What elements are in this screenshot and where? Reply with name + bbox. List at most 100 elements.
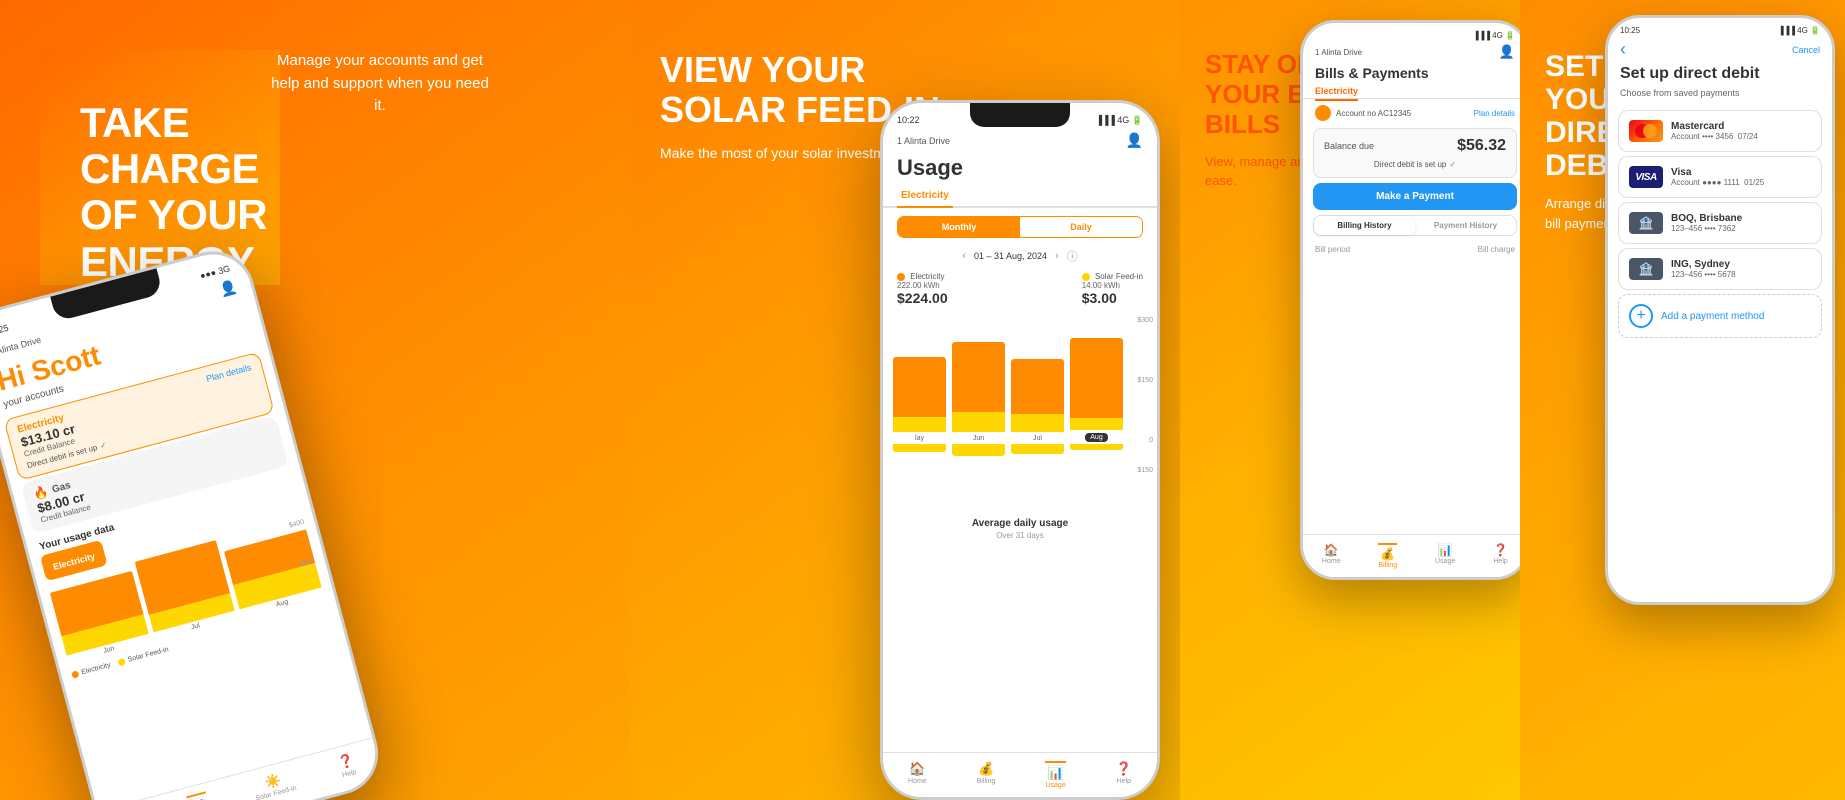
phone4-wrapper: 10:25 ▐▐▐ 4G 🔋 ‹ Cancel Set up direct de… [1605, 15, 1835, 605]
phone2-toggle-row: Monthly Daily [897, 216, 1143, 238]
phone1-nav-solar[interactable]: ☀️ Solar Feed-in [251, 768, 299, 800]
phone1-check-icon: ✓ [99, 440, 108, 450]
phone4: 10:25 ▐▐▐ 4G 🔋 ‹ Cancel Set up direct de… [1605, 15, 1835, 605]
phone2-prev-arrow[interactable]: ‹ [962, 250, 966, 262]
phone3-nav-billing[interactable]: 💰 Billing [1378, 543, 1397, 569]
phone4-subtitle: Choose from saved payments [1608, 86, 1832, 106]
phone2-elec-kwh: 222.00 kWh [897, 281, 948, 290]
phone2-date-range: 01 – 31 Aug, 2024 [974, 251, 1047, 261]
phone1-avatar-icon: 👤 [218, 278, 239, 299]
phone1-bar-aug: Aug [224, 529, 324, 618]
phone2-avg-label: Average daily usage [883, 512, 1157, 531]
phone4-visa-info: Visa Account ●●●● 1111 01/25 [1671, 167, 1811, 187]
usage-icon2: 📊 [1048, 765, 1064, 781]
phone3-payment-history-tab[interactable]: Payment History [1415, 216, 1516, 235]
phone1-legend-electricity: Electricity [71, 662, 111, 679]
phone2-chart: $300 $150 0 $150 lay Jun [883, 312, 1157, 512]
phone2-y-neg: $150 [1137, 467, 1153, 474]
phone1-elec-tab-label: Electricity [52, 551, 96, 572]
phone4-boq-name: BOQ, Brisbane [1671, 213, 1811, 224]
phone4-add-text: Add a payment method [1661, 311, 1764, 322]
phone2-avg-sublabel: Over 31 days [883, 531, 1157, 590]
section-solar: VIEW YOUR SOLAR FEED-IN Make the most of… [630, 0, 1180, 800]
phone2-title: Usage [883, 151, 1157, 185]
phone3-bottom-nav: 🏠 Home 💰 Billing 📊 Usage ❓ Help [1303, 534, 1520, 577]
phone4-visa-num: Account ●●●● 1111 01/25 [1671, 178, 1811, 187]
phone3-signal: ▐▐▐ 4G 🔋 [1473, 31, 1515, 40]
phone2-solar-amount: $3.00 [1082, 290, 1143, 306]
phone1-nav-help[interactable]: ❓ Help [336, 752, 359, 783]
phone4-time: 10:25 [1620, 26, 1640, 35]
phone2: 10:22 ▐▐▐ 4G 🔋 1 Alinta Drive 👤 Usage El… [880, 100, 1160, 800]
billing-icon2: 💰 [978, 761, 994, 777]
phone4-add-payment[interactable]: + Add a payment method [1618, 294, 1822, 338]
phone3-nav-help[interactable]: ❓ Help [1493, 543, 1508, 569]
phone4-add-icon: + [1629, 304, 1653, 328]
phone3-plan-link[interactable]: Plan details [1474, 109, 1515, 118]
phone2-y-max: $300 [1137, 317, 1153, 324]
phone4-ing-name: ING, Sydney [1671, 259, 1811, 270]
phone4-nav-bar: ‹ Cancel [1608, 35, 1832, 62]
phone3-address: 1 Alinta Drive [1315, 48, 1362, 57]
phone2-nav-billing[interactable]: 💰 Billing [977, 761, 996, 789]
phone4-ing-card[interactable]: 🏦 ING, Sydney 123–456 •••• 5678 [1618, 248, 1822, 290]
phone2-bar-may: lay [893, 357, 946, 442]
help-icon3: ❓ [1493, 543, 1508, 557]
phone2-bar-jun: Jun [952, 342, 1005, 442]
phone4-boq-card[interactable]: 🏦 BOQ, Brisbane 123–456 •••• 7362 [1618, 202, 1822, 244]
phone3-billing-history-tab[interactable]: Billing History [1314, 216, 1415, 235]
phone3-title: Bills & Payments [1303, 62, 1520, 84]
phone3-electricity-subtab: Electricity [1303, 84, 1520, 99]
phone4-status-bar: 10:25 ▐▐▐ 4G 🔋 [1608, 18, 1832, 35]
phone4-cancel-btn[interactable]: Cancel [1792, 45, 1820, 55]
phone3-history-tabs: Billing History Payment History [1313, 215, 1517, 236]
phone2-electricity-tab[interactable]: Electricity [897, 185, 953, 208]
phone3-balance-amount: $56.32 [1457, 137, 1506, 155]
phone2-monthly-btn[interactable]: Monthly [898, 217, 1020, 237]
section-bills: STAY ON TOP OF YOUR ENERGY BILLS View, m… [1180, 0, 1520, 800]
phone4-visa-name: Visa [1671, 167, 1811, 178]
billing-icon3: 💰 [1380, 547, 1395, 561]
phone2-nav-usage[interactable]: 📊 Usage [1045, 761, 1065, 789]
phone1-bar-jul: Jul [134, 540, 237, 641]
phone2-date-row: ‹ 01 – 31 Aug, 2024 › ⓘ [883, 246, 1157, 266]
phone2-bottom-nav: 🏠 Home 💰 Billing 📊 Usage ❓ Help [883, 752, 1157, 797]
phone3-account-info: Account no AC12345 [1315, 105, 1411, 121]
phone3-direct-debit: Direct debit is set up ✓ [1324, 160, 1506, 169]
phone4-mastercard-card[interactable]: Mastercard Account •••• 3456 07/24 [1618, 110, 1822, 152]
phone2-info-icon[interactable]: ⓘ [1067, 248, 1078, 264]
phone2-stats-row: Electricity 222.00 kWh $224.00 Solar Fee… [883, 266, 1157, 312]
usage-icon3: 📊 [1438, 543, 1453, 557]
phone2-y-mid: $150 [1137, 377, 1153, 384]
phone3-check-icon: ✓ [1449, 160, 1456, 169]
phone3-bill-period-col: Bill period [1315, 245, 1350, 254]
phone2-solar-kwh: 14.00 kWh [1082, 281, 1143, 290]
phone2-solar-bars [893, 444, 1143, 484]
phone3-balance-row: Balance due $56.32 [1324, 137, 1506, 155]
phone4-boq-num: 123–456 •••• 7362 [1671, 224, 1811, 233]
phone2-nav-help[interactable]: ❓ Help [1116, 761, 1132, 789]
phone4-mc-num: Account •••• 3456 07/24 [1671, 132, 1811, 141]
phone2-address-bar: 1 Alinta Drive 👤 [883, 126, 1157, 151]
phone3-pay-btn[interactable]: Make a Payment [1313, 183, 1517, 210]
home-icon3: 🏠 [1324, 543, 1339, 557]
phone1-nav-usage[interactable]: 📊 Usage [186, 791, 213, 800]
phone2-bar-jul: Jul [1011, 359, 1064, 442]
phone4-ing-info: ING, Sydney 123–456 •••• 5678 [1671, 259, 1811, 279]
phone4-back-icon[interactable]: ‹ [1620, 39, 1626, 60]
home-icon: 🏠 [909, 761, 925, 777]
phone2-next-arrow[interactable]: › [1055, 250, 1059, 262]
phone2-solar-stat-label: Solar Feed-in [1082, 272, 1143, 281]
phone3-nav-home[interactable]: 🏠 Home [1322, 543, 1341, 569]
phone2-solar-stat: Solar Feed-in 14.00 kWh $3.00 [1082, 272, 1143, 306]
phone3-account-row: Account no AC12345 Plan details [1303, 99, 1520, 123]
phone2-nav-home[interactable]: 🏠 Home [908, 761, 927, 789]
phone3-nav-usage[interactable]: 📊 Usage [1435, 543, 1455, 569]
phone2-wrapper: 10:22 ▐▐▐ 4G 🔋 1 Alinta Drive 👤 Usage El… [880, 100, 1160, 800]
phone2-daily-btn[interactable]: Daily [1020, 217, 1142, 237]
phone4-signal: ▐▐▐ 4G 🔋 [1778, 26, 1820, 35]
section-take-charge: TAKE CHARGE OF YOUR ENERGY The freedom t… [0, 0, 630, 800]
phone4-visa-card[interactable]: VISA Visa Account ●●●● 1111 01/25 [1618, 156, 1822, 198]
phone4-mc-info: Mastercard Account •••• 3456 07/24 [1671, 121, 1811, 141]
phone3-alinta-logo [1315, 105, 1331, 121]
